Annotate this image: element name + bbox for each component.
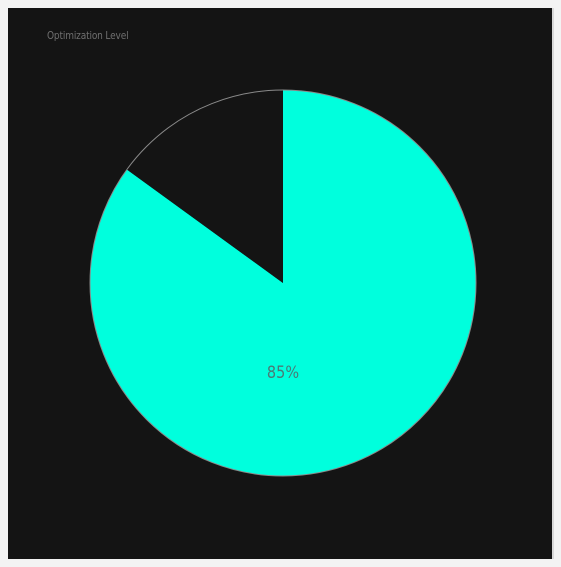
pie-slices [89,89,477,477]
pie-chart [89,89,477,477]
percent-value-label: 85% [266,363,300,383]
